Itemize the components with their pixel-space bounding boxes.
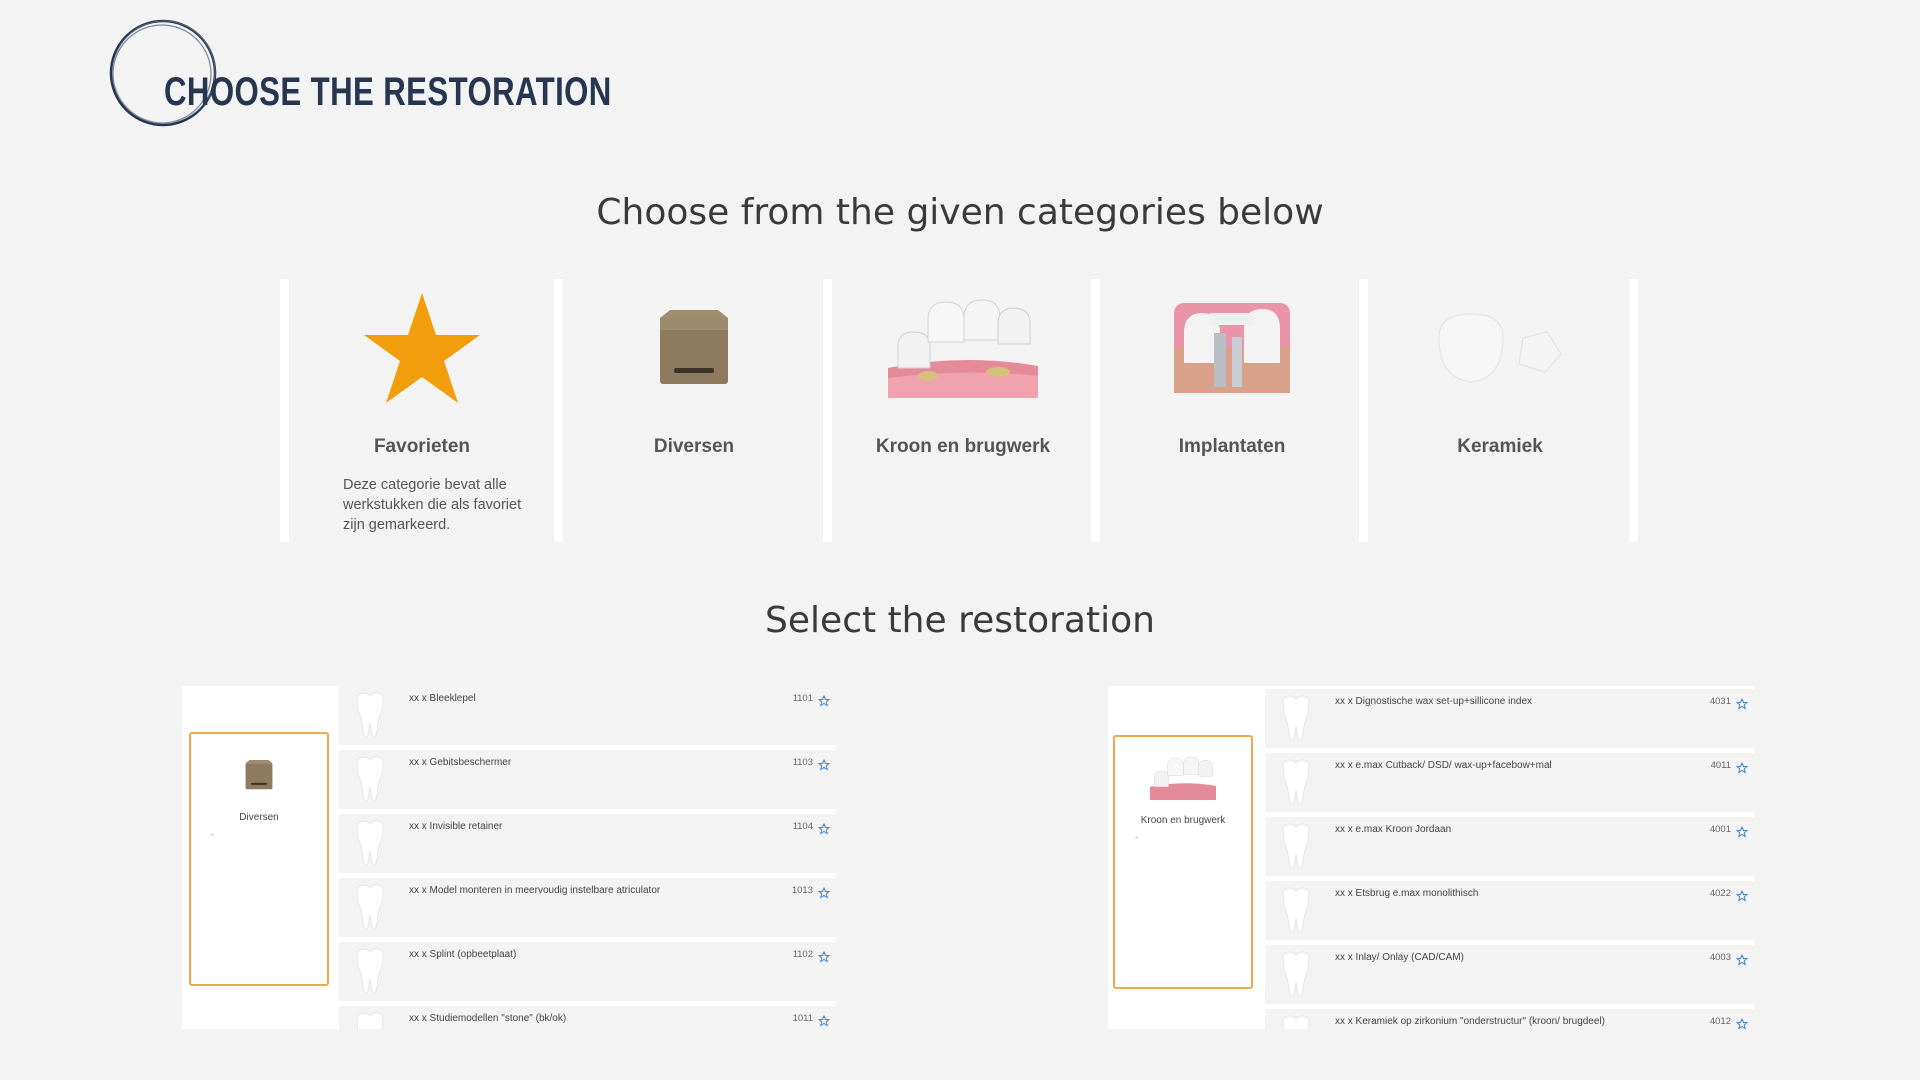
- favorite-star-icon[interactable]: [1735, 951, 1749, 966]
- restoration-list: xx x Dignostische wax set-up+sillicone i…: [1265, 686, 1754, 1029]
- list-item[interactable]: xx x e.max Kroon Jordaan 4001: [1265, 812, 1754, 876]
- category-divider: [823, 279, 832, 542]
- category-card-keramiek[interactable]: Keramiek: [1370, 279, 1630, 542]
- item-code: 1013: [791, 885, 813, 896]
- restoration-panel-kroon-en-brugwerk: Kroon en brugwerk - xx x Dignostische wa…: [1108, 686, 1754, 1029]
- item-name: xx x e.max Cutback/ DSD/ wax-up+facebow+…: [1335, 760, 1552, 771]
- item-code: 4003: [1709, 952, 1731, 963]
- tooth-icon: [353, 883, 387, 935]
- list-item[interactable]: xx x Bleeklepel 1101: [339, 686, 836, 745]
- list-item[interactable]: xx x Inlay/ Onlay (CAD/CAM) 4003: [1265, 940, 1754, 1004]
- list-item[interactable]: xx x Studiemodellen "stone" (bk/ok) 1011: [339, 1001, 836, 1029]
- category-divider: [280, 279, 289, 542]
- ceramic-icon: [1370, 293, 1630, 403]
- item-code: 4022: [1709, 888, 1731, 899]
- category-card-implantaten[interactable]: Implantaten: [1102, 279, 1362, 542]
- item-code: 1101: [792, 693, 813, 704]
- tooth-icon: [353, 947, 387, 999]
- tooth-icon: [353, 1011, 387, 1029]
- item-code: 4031: [1709, 696, 1731, 707]
- item-name: xx x Model monteren in meervoudig instel…: [409, 885, 661, 896]
- category-label: Keramiek: [1457, 436, 1543, 457]
- page-title: CHOOSE THE RESTORATION: [164, 70, 612, 114]
- item-code: 1104: [792, 821, 813, 832]
- selected-category-note: -: [1135, 833, 1138, 842]
- list-item[interactable]: xx x Invisible retainer 1104: [339, 809, 836, 873]
- favorite-star-icon[interactable]: [1735, 695, 1749, 710]
- item-code: 1011: [792, 1013, 813, 1024]
- category-strip: Favorieten Deze categorie bevat alle wer…: [280, 279, 1638, 542]
- selected-category-label: Kroon en brugwerk: [1140, 815, 1226, 826]
- star-icon: [292, 293, 552, 403]
- list-item[interactable]: xx x Gebitsbeschermer 1103: [339, 745, 836, 809]
- implant-icon: [1102, 293, 1362, 403]
- item-name: xx x e.max Kroon Jordaan: [1335, 824, 1452, 835]
- tooth-icon: [1279, 950, 1313, 1002]
- bridge-icon: [1115, 755, 1251, 801]
- favorite-star-icon[interactable]: [817, 692, 831, 707]
- item-code: 4011: [1710, 760, 1731, 771]
- item-name: xx x Keramiek op zirkonium "onderstructu…: [1335, 1016, 1605, 1027]
- restoration-list: xx x Bleeklepel 1101 xx x Gebitsbeschermer…: [339, 686, 836, 1029]
- tooth-icon: [353, 691, 387, 743]
- category-label: Implantaten: [1178, 436, 1286, 457]
- favorite-star-icon[interactable]: [817, 1012, 831, 1027]
- item-name: xx x Invisible retainer: [409, 821, 503, 832]
- item-name: xx x Studiemodellen "stone" (bk/ok): [409, 1013, 567, 1024]
- category-divider: [554, 279, 563, 542]
- restoration-heading: Select the restoration: [765, 600, 1155, 641]
- tooth-icon: [1279, 822, 1313, 874]
- list-item[interactable]: xx x Splint (opbeetplaat) 1102: [339, 937, 836, 1001]
- item-code: 4012: [1709, 1016, 1731, 1027]
- selected-category-card[interactable]: Kroon en brugwerk -: [1113, 735, 1253, 989]
- selected-category-card[interactable]: Diversen -: [189, 732, 329, 986]
- favorite-star-icon[interactable]: [817, 820, 831, 835]
- bridge-icon: [833, 293, 1093, 403]
- favorite-star-icon[interactable]: [817, 948, 831, 963]
- selected-category-note: -: [211, 830, 214, 839]
- category-card-favorieten[interactable]: Favorieten Deze categorie bevat alle wer…: [292, 279, 552, 542]
- tooth-icon: [1279, 886, 1313, 938]
- box-icon: [564, 293, 824, 403]
- favorite-star-icon[interactable]: [817, 884, 831, 899]
- category-card-kroon-en-brugwerk[interactable]: Kroon en brugwerk: [833, 279, 1093, 542]
- tooth-icon: [1279, 694, 1313, 746]
- list-item[interactable]: xx x Keramiek op zirkonium "onderstructu…: [1265, 1004, 1754, 1029]
- list-item[interactable]: xx x e.max Cutback/ DSD/ wax-up+facebow+…: [1265, 748, 1754, 812]
- category-divider: [1629, 279, 1638, 542]
- favorite-star-icon[interactable]: [1735, 823, 1749, 838]
- item-code: 1102: [792, 949, 813, 960]
- categories-heading: Choose from the given categories below: [596, 192, 1324, 233]
- category-label: Kroon en brugwerk: [875, 436, 1051, 457]
- list-item[interactable]: xx x Dignostische wax set-up+sillicone i…: [1265, 686, 1754, 748]
- category-label: Diversen: [653, 436, 735, 457]
- list-item[interactable]: xx x Model monteren in meervoudig instel…: [339, 873, 836, 937]
- restoration-panel-diversen: Diversen - xx x Bleeklepel 1101 xx x Gebit…: [182, 686, 836, 1029]
- item-name: xx x Splint (opbeetplaat): [409, 949, 517, 960]
- tooth-icon: [1279, 1014, 1313, 1029]
- box-icon: [191, 752, 327, 798]
- tooth-icon: [353, 755, 387, 807]
- item-name: xx x Etsbrug e.max monolithisch: [1335, 888, 1479, 899]
- tooth-icon: [353, 819, 387, 871]
- favorite-star-icon[interactable]: [1735, 887, 1749, 902]
- category-card-diversen[interactable]: Diversen: [564, 279, 824, 542]
- item-name: xx x Gebitsbeschermer: [409, 757, 512, 768]
- tooth-icon: [1279, 758, 1313, 810]
- item-name: xx x Bleeklepel: [409, 693, 476, 704]
- favorite-star-icon[interactable]: [817, 756, 831, 771]
- item-name: xx x Inlay/ Onlay (CAD/CAM): [1335, 952, 1464, 963]
- item-code: 4001: [1709, 824, 1731, 835]
- category-description: Deze categorie bevat alle werkstukken di…: [343, 477, 522, 533]
- favorite-star-icon[interactable]: [1735, 1015, 1749, 1029]
- list-item[interactable]: xx x Etsbrug e.max monolithisch 4022: [1265, 876, 1754, 940]
- selected-category-label: Diversen: [239, 812, 279, 823]
- category-label: Favorieten: [373, 436, 471, 457]
- item-name: xx x Dignostische wax set-up+sillicone i…: [1335, 696, 1533, 707]
- favorite-star-icon[interactable]: [1735, 759, 1749, 774]
- item-code: 1103: [792, 757, 813, 768]
